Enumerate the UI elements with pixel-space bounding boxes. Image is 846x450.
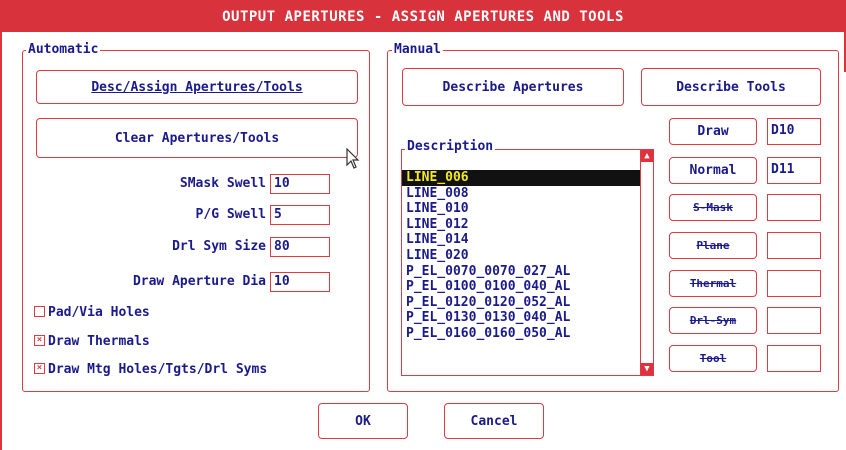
assign-button-label: Tool — [699, 352, 727, 365]
smask-swell-label: SMask Swell — [179, 176, 266, 191]
description-list-item[interactable]: LINE_012 — [402, 217, 640, 233]
assign-button-label: Thermal — [689, 277, 737, 290]
description-list-item[interactable]: LINE_010 — [402, 201, 640, 217]
assign-button-label: Draw — [697, 124, 729, 139]
desc-assign-button-label: Desc/Assign Apertures/Tools — [91, 79, 303, 95]
description-list-item[interactable]: P_EL_0070_0070_027_AL — [402, 264, 640, 280]
assign-button-label: Drl-Sym — [689, 314, 737, 327]
assign-button-label: S-Mask — [693, 201, 733, 214]
draw-aperture-dia-label: Draw Aperture Dia — [132, 274, 266, 289]
assign-plane-button[interactable]: Plane — [669, 232, 757, 259]
describe-tools-button[interactable]: Describe Tools — [641, 68, 821, 106]
description-list-item[interactable]: LINE_006 — [402, 170, 640, 186]
assign-s-mask-button[interactable]: S-Mask — [669, 194, 757, 221]
description-list[interactable]: ▲ ▼ LINE_006 LINE_008 LINE_010 LINE_012 LINE… — [401, 149, 654, 376]
description-list-item[interactable]: P_EL_0100_0100_040_AL — [402, 279, 640, 295]
assign-value-field[interactable] — [767, 232, 821, 259]
arrow-up-icon[interactable]: ▲ — [641, 150, 653, 162]
dialog-title-bar: OUTPUT APERTURES - ASSIGN APERTURES AND … — [0, 0, 846, 32]
draw-mtg-holes-label: Draw Mtg Holes/Tgts/Drl Syms — [48, 362, 268, 377]
arrow-down-icon[interactable]: ▼ — [641, 363, 653, 375]
clear-apertures-tools-button[interactable]: Clear Apertures/Tools — [36, 118, 358, 158]
checkbox-box — [34, 306, 45, 317]
assign-thermal-button[interactable]: Thermal — [669, 270, 757, 297]
draw-mtg-holes-checkbox[interactable]: × Draw Mtg Holes/Tgts/Drl Syms — [34, 362, 267, 378]
assign-draw-button[interactable]: Draw — [669, 118, 757, 145]
checkbox-box: × — [34, 363, 45, 374]
pg-swell-label: P/G Swell — [195, 207, 266, 222]
assign-drl-sym-button[interactable]: Drl-Sym — [669, 307, 757, 334]
description-scrollbar[interactable]: ▲ ▼ — [640, 150, 653, 375]
assign-normal-button[interactable]: Normal — [669, 157, 757, 184]
desc-assign-apertures-tools-button[interactable]: Desc/Assign Apertures/Tools — [36, 70, 358, 104]
description-items: LINE_006 LINE_008 LINE_010 LINE_012 LINE_014… — [402, 170, 640, 342]
pad-via-holes-checkbox[interactable]: Pad/Via Holes — [34, 305, 150, 321]
assign-value-field[interactable]: D11 — [767, 157, 821, 184]
assign-value-field[interactable] — [767, 194, 821, 221]
describe-apertures-label: Describe Apertures — [442, 79, 584, 95]
draw-thermals-checkbox[interactable]: × Draw Thermals — [34, 334, 150, 350]
description-list-item[interactable]: LINE_014 — [402, 232, 640, 248]
cancel-button-label: Cancel — [470, 413, 518, 429]
drl-sym-size-label: Drl Sym Size — [172, 239, 266, 254]
automatic-legend: Automatic — [26, 42, 101, 57]
description-list-item[interactable]: P_EL_0120_0120_052_AL — [402, 295, 640, 311]
assign-value-field[interactable] — [767, 307, 821, 334]
describe-apertures-button[interactable]: Describe Apertures — [402, 68, 624, 106]
mouse-pointer-icon — [346, 148, 360, 169]
draw-thermals-label: Draw Thermals — [48, 334, 150, 349]
assign-value-field[interactable] — [767, 270, 821, 297]
description-list-item[interactable]: P_EL_0160_0160_050_AL — [402, 326, 640, 342]
describe-tools-label: Describe Tools — [676, 79, 786, 95]
checkbox-box: × — [34, 335, 45, 346]
assign-button-label: Normal — [689, 163, 737, 178]
description-list-item[interactable]: LINE_008 — [402, 186, 640, 202]
smask-swell-field[interactable]: 10 — [270, 174, 330, 194]
assign-button-label: Plane — [696, 239, 730, 252]
pad-via-holes-label: Pad/Via Holes — [48, 305, 150, 320]
dialog-left-border — [0, 32, 2, 450]
ok-button-label: OK — [355, 413, 371, 429]
assign-tool-button[interactable]: Tool — [669, 345, 757, 372]
assign-value-field[interactable] — [767, 345, 821, 372]
description-legend: Description — [405, 139, 496, 154]
drl-sym-size-field[interactable]: 80 — [270, 237, 330, 257]
ok-button[interactable]: OK — [318, 403, 408, 439]
description-list-item[interactable]: LINE_020 — [402, 248, 640, 264]
draw-aperture-dia-field[interactable]: 10 — [270, 272, 330, 292]
cancel-button[interactable]: Cancel — [444, 403, 544, 439]
manual-legend: Manual — [392, 42, 443, 57]
clear-button-label: Clear Apertures/Tools — [114, 130, 280, 146]
pg-swell-field[interactable]: 5 — [270, 205, 330, 225]
assign-value-field[interactable]: D10 — [767, 118, 821, 145]
description-list-item[interactable]: P_EL_0130_0130_040_AL — [402, 310, 640, 326]
